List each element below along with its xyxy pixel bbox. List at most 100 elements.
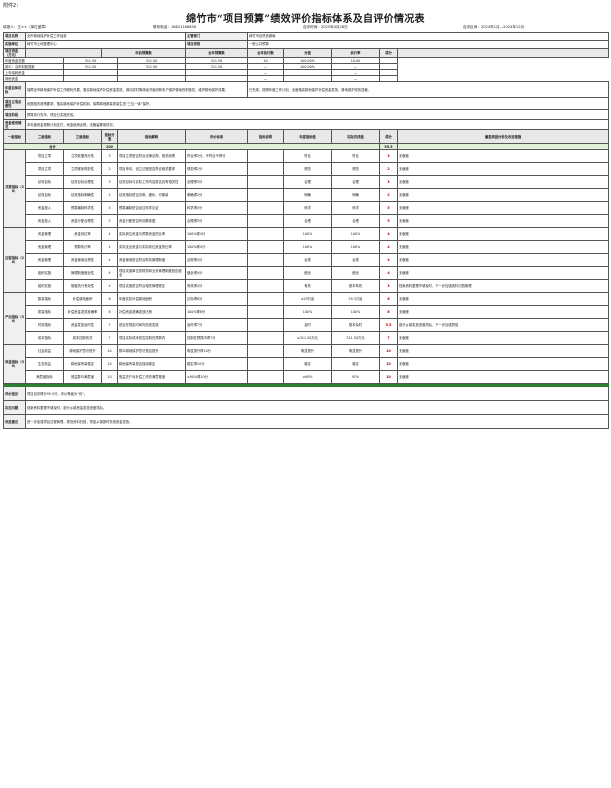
indicator-target: ≥29万亩 (283, 292, 332, 307)
indicator-score: 4 (101, 227, 118, 242)
indicator-explain: 实际支出资金与实际到位资金的比率 (117, 240, 186, 255)
indicator-lvl2: 时效指标 (25, 318, 64, 333)
indicator-got: 4 (379, 253, 398, 268)
indicator-target: 健全 (283, 266, 332, 281)
indicator-explain: 受益农户对补偿工作的满意程度 (117, 370, 186, 385)
suggest-value: 进一步加强项目过程管理，规范资料归档，督促乡镇按时完成资金发放。 (25, 414, 609, 430)
indicator-standard: 及时得7分 (185, 318, 248, 333)
goal-plan: 保障全市耕地保护补偿工作顺利开展，落实耕地保护补偿资金发放，调动农村集体经济组织… (25, 81, 248, 99)
goal-label: 年度总体目标 (3, 81, 26, 99)
evaluation-form-page: 附件2： 绵竹市“项目预算”绩效评价指标体系及自评价情况表 填报人：王××（单位… (3, 2, 609, 785)
indicator-score: 10 (101, 344, 118, 359)
goal-done: 已完成，按照年度工作计划，全面落实耕地保护补偿资金发放，耕地保护成效显著。 (247, 81, 609, 99)
indicator-lvl3: 补偿耕地面积 (63, 292, 102, 307)
indicator-col-header: 指标分值 (101, 129, 118, 145)
indicator-lvl1: 产出指标（30） (3, 292, 26, 346)
indicator-note: 无偏差 (397, 253, 609, 268)
indicator-standard: 100%得8分 (185, 305, 248, 320)
indicator-lvl1: 决策指标（20） (3, 149, 26, 229)
indicator-lvl3: 耕地保有量稳定 (63, 357, 102, 372)
indicator-lvl3: 资金到位率 (63, 227, 102, 242)
indicator-got: 4 (379, 240, 398, 255)
indicator-lvl3: 耕地保护意识提升 (63, 344, 102, 359)
indicator-note: 无偏差 (397, 175, 609, 190)
indicator-lvl2: 社会效益 (25, 344, 64, 359)
eval-date-label: 自评时间：2025年4月28日 (303, 25, 348, 29)
budget-col-5: 得分 (379, 47, 398, 59)
indicator-target: 合理 (283, 214, 332, 229)
indicator-explain: 年度实际补偿耕地面积 (117, 292, 186, 307)
indicator-lvl3: 制度执行有效性 (63, 279, 102, 294)
indicator-score: 3 (101, 149, 118, 164)
indicator-standard: 达标得8分 (185, 292, 248, 307)
indicator-target: 科学 (283, 201, 332, 216)
indicator-lvl3: 管理制度健全性 (63, 266, 102, 281)
indicator-row: 组织实施 制度执行有效性 4 项目实施是否符合相关管理规定 有效得4分 有效 基本有效 3 档案… (4, 279, 609, 294)
indicator-score: 5 (101, 201, 118, 216)
project-name-value: 全市耕地保护补偿工作经费 (25, 32, 186, 41)
impl-unit-value: 绵竹市土地整理中心 (25, 40, 186, 49)
indicator-lvl2: 资金管理 (25, 227, 64, 242)
indicator-standard: 稳定得10分 (185, 357, 248, 372)
indicator-lvl3: 绩效目标合理性 (63, 175, 102, 190)
indicator-got: 4 (379, 266, 398, 281)
indicator-lvl3: 预算执行率 (63, 240, 102, 255)
indicator-row: 资金投入 预算编制科学性 5 预算编制是否经过科学论证 科学得5分 科学 科学 5 无偏差 (4, 201, 609, 216)
indicator-row: 绩效目标 绩效目标合理性 3 绩效目标与实际工作内容是否具有相关性 合理得3分 合理 合理 3… (4, 175, 609, 190)
indicator-got: 2 (379, 188, 398, 203)
indicator-lvl2: 满意度指标 (25, 370, 64, 385)
indicator-note: 无偏差 (397, 357, 609, 372)
indicator-note: 部分乡镇发放进度滞后，下一步加强督促 (397, 318, 609, 333)
budget-col-1: 全年预算数 (185, 47, 248, 59)
indicator-target: 100% (283, 305, 332, 320)
indicator-explain: 是否在规定时间内完成发放 (117, 318, 186, 333)
indicator-target: 规范 (283, 162, 332, 177)
indicator-row: 质量指标 补偿资金发放准确率 8 补偿资金准确发放比例 100%得8分 100% 100% 8… (4, 305, 609, 320)
indicator-lvl3: 受益群众满意度 (63, 370, 102, 385)
indicator-score: 2 (101, 162, 118, 177)
indicator-col-header: 指标解释 (117, 129, 186, 145)
indicator-lvl3: 资金发放及时性 (63, 318, 102, 333)
indicator-col-header: 得分 (379, 129, 398, 145)
budget-col-4: 执行率 (331, 47, 380, 59)
conclusion-value: 项目自评得分95.5分，评价等级为“优”。 (25, 386, 609, 402)
indicator-score: 8 (101, 292, 118, 307)
indicator-lvl3: 资金分配合理性 (63, 214, 102, 229)
indicator-got: 8 (379, 292, 398, 307)
contact-label: 联系电话：18821166858 (153, 25, 197, 29)
indicator-col-header: 二级指标 (25, 129, 64, 145)
indicator-got: 10 (379, 370, 398, 385)
problems-label: 存在问题 (3, 400, 26, 416)
indicator-score: 10 (101, 357, 118, 372)
indicator-actual: 92% (331, 370, 380, 385)
category-value: 一般公共预算 (247, 40, 609, 49)
indicator-actual: 合理 (331, 214, 380, 229)
indicator-header-row: 一级指标 二级指标 三级指标 指标分值 指标解释 评价标准 指标说明 年度指标值 实际完成值 得分… (3, 129, 609, 145)
indicator-got: 3 (379, 175, 398, 190)
problems-value: 档案资料整理不够及时，部分乡镇资金发放进度滞后。 (25, 400, 609, 416)
indicator-row: 成本指标 成本控制情况 7 项目实际成本是否控制在预算内 控制在预算内得7分 ≤311.5… (4, 331, 609, 346)
indicator-got: 5 (379, 201, 398, 216)
indicator-note: 无偏差 (397, 331, 609, 346)
indicator-lvl2: 组织实施 (25, 279, 64, 294)
indicator-standard: 符合得3分，不符合不得分 (185, 149, 248, 164)
indicator-note: 无偏差 (397, 214, 609, 229)
indicator-lvl3: 绩效指标明确性 (63, 188, 102, 203)
indicator-row: 绩效目标 绩效指标明确性 2 绩效指标是否清晰、细化、可衡量 明确得2分 明确 明确 2 无偏差 (4, 188, 609, 203)
indicator-actual: 健全 (331, 266, 380, 281)
conclusion-label: 评价结论 (3, 386, 26, 402)
indicator-actual: 29.3万亩 (331, 292, 380, 307)
indicator-note: 无偏差 (397, 305, 609, 320)
indicator-actual: 明显提升 (331, 344, 380, 359)
indicator-explain: 预算编制是否经过科学论证 (117, 201, 186, 216)
indicator-lvl3: 预算编制科学性 (63, 201, 102, 216)
indicator-row: 资金管理 资金使用合规性 4 资金使用是否符合财务管理制度 合规得4分 合规 合规 4 无偏差 (4, 253, 609, 268)
indicator-target: 明确 (283, 188, 332, 203)
indicator-row: 生态效益 耕地保有量稳定 10 耕地保有量是否保持稳定 稳定得10分 稳定 稳定 10 无偏差 (4, 357, 609, 372)
indicator-score: 4 (101, 266, 118, 281)
evaluation-table: 项目名称 全市耕地保护补偿工作经费 主管部门 绵竹市自然资源局 实施单位 绵竹市… (3, 32, 609, 430)
funding-value: 本年度资金按照计划支付，资金使用合规，无截留挪用情况。 (25, 119, 609, 131)
budget-rows: 年度资金总额 311.50 311.50 311.50 10 100.00% 10.00 其中… (3, 57, 609, 83)
indicator-actual: 符合 (331, 149, 380, 164)
indicator-col-header: 年度指标值 (283, 129, 332, 145)
